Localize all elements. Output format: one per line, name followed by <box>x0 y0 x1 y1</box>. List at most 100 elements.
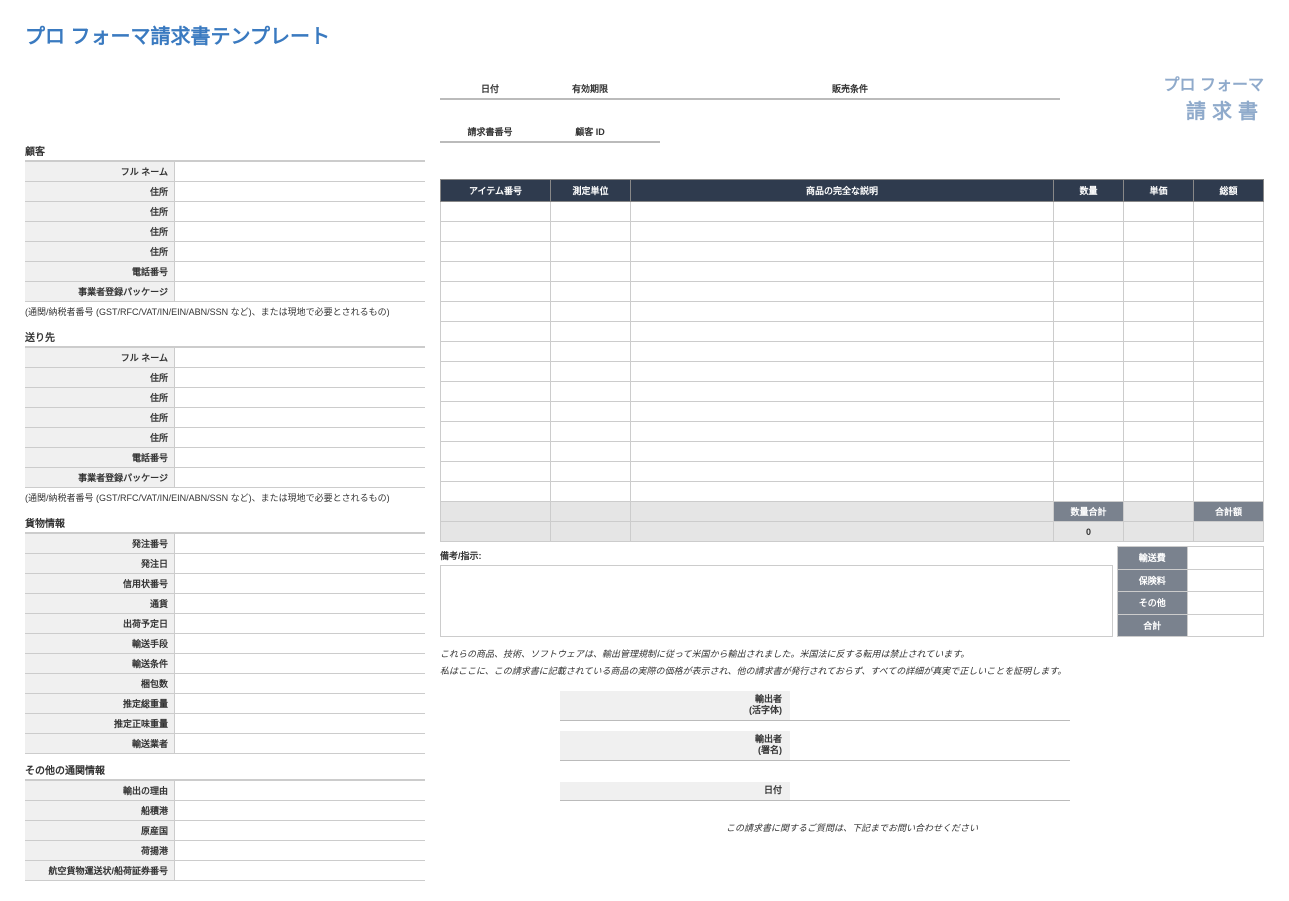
item-cell[interactable] <box>1124 402 1194 422</box>
item-cell[interactable] <box>1124 482 1194 502</box>
item-cell[interactable] <box>1054 462 1124 482</box>
value-freight-carrier[interactable] <box>175 734 425 753</box>
charge-shipping-value[interactable] <box>1187 547 1263 570</box>
meta-invoice-no-value[interactable] <box>440 147 540 161</box>
item-cell[interactable] <box>1124 322 1194 342</box>
item-cell[interactable] <box>631 402 1054 422</box>
item-cell[interactable] <box>1194 422 1264 442</box>
sig-exporter-sign-line[interactable] <box>790 731 1070 761</box>
value-customer-reg[interactable] <box>175 282 425 301</box>
value-customer-addr3[interactable] <box>175 222 425 241</box>
item-cell[interactable] <box>1124 302 1194 322</box>
item-cell[interactable] <box>441 462 551 482</box>
item-cell[interactable] <box>551 362 631 382</box>
item-cell[interactable] <box>441 262 551 282</box>
value-customs-origin[interactable] <box>175 821 425 840</box>
item-cell[interactable] <box>1124 422 1194 442</box>
item-cell[interactable] <box>1054 482 1124 502</box>
item-cell[interactable] <box>441 282 551 302</box>
item-cell[interactable] <box>1194 342 1264 362</box>
item-cell[interactable] <box>631 382 1054 402</box>
item-cell[interactable] <box>1124 222 1194 242</box>
item-cell[interactable] <box>631 422 1054 442</box>
item-cell[interactable] <box>1054 262 1124 282</box>
item-cell[interactable] <box>1194 282 1264 302</box>
item-cell[interactable] <box>441 422 551 442</box>
item-cell[interactable] <box>441 342 551 362</box>
item-cell[interactable] <box>1194 462 1264 482</box>
value-customer-phone[interactable] <box>175 262 425 281</box>
value-shipto-addr1[interactable] <box>175 368 425 387</box>
item-cell[interactable] <box>441 382 551 402</box>
item-cell[interactable] <box>551 482 631 502</box>
item-cell[interactable] <box>631 242 1054 262</box>
value-freight-gross[interactable] <box>175 694 425 713</box>
value-freight-shipdate[interactable] <box>175 614 425 633</box>
item-cell[interactable] <box>1194 382 1264 402</box>
item-cell[interactable] <box>1054 342 1124 362</box>
value-customer-fullname[interactable] <box>175 162 425 181</box>
item-cell[interactable] <box>441 242 551 262</box>
item-cell[interactable] <box>551 202 631 222</box>
item-cell[interactable] <box>1194 482 1264 502</box>
item-cell[interactable] <box>441 202 551 222</box>
item-cell[interactable] <box>1054 382 1124 402</box>
value-freight-po[interactable] <box>175 534 425 553</box>
item-cell[interactable] <box>631 362 1054 382</box>
item-cell[interactable] <box>1194 202 1264 222</box>
value-customs-reason[interactable] <box>175 781 425 800</box>
item-cell[interactable] <box>551 402 631 422</box>
item-cell[interactable] <box>1124 342 1194 362</box>
item-cell[interactable] <box>631 282 1054 302</box>
item-cell[interactable] <box>1054 242 1124 262</box>
item-cell[interactable] <box>1054 222 1124 242</box>
item-cell[interactable] <box>551 282 631 302</box>
value-shipto-reg[interactable] <box>175 468 425 487</box>
value-freight-currency[interactable] <box>175 594 425 613</box>
item-cell[interactable] <box>551 302 631 322</box>
item-cell[interactable] <box>441 322 551 342</box>
sig-exporter-print-line[interactable] <box>790 691 1070 721</box>
meta-date-value[interactable] <box>440 104 540 118</box>
item-cell[interactable] <box>631 262 1054 282</box>
item-cell[interactable] <box>631 342 1054 362</box>
item-cell[interactable] <box>631 442 1054 462</box>
meta-terms-value[interactable] <box>640 104 1060 118</box>
value-customs-loadport[interactable] <box>175 801 425 820</box>
item-cell[interactable] <box>551 322 631 342</box>
item-cell[interactable] <box>1124 262 1194 282</box>
value-shipto-fullname[interactable] <box>175 348 425 367</box>
item-cell[interactable] <box>551 262 631 282</box>
charge-other-value[interactable] <box>1187 592 1263 615</box>
value-customs-discharge[interactable] <box>175 841 425 860</box>
item-cell[interactable] <box>551 462 631 482</box>
item-cell[interactable] <box>631 462 1054 482</box>
item-cell[interactable] <box>1194 242 1264 262</box>
item-cell[interactable] <box>1194 442 1264 462</box>
charge-insurance-value[interactable] <box>1187 569 1263 592</box>
value-shipto-phone[interactable] <box>175 448 425 467</box>
item-cell[interactable] <box>631 302 1054 322</box>
item-cell[interactable] <box>1194 362 1264 382</box>
item-cell[interactable] <box>1124 462 1194 482</box>
value-freight-podate[interactable] <box>175 554 425 573</box>
item-cell[interactable] <box>1054 202 1124 222</box>
value-shipto-addr3[interactable] <box>175 408 425 427</box>
item-cell[interactable] <box>631 202 1054 222</box>
item-cell[interactable] <box>441 402 551 422</box>
item-cell[interactable] <box>631 482 1054 502</box>
item-cell[interactable] <box>1124 442 1194 462</box>
item-cell[interactable] <box>1194 262 1264 282</box>
meta-expiry-value[interactable] <box>540 104 640 118</box>
item-cell[interactable] <box>441 362 551 382</box>
item-cell[interactable] <box>1054 302 1124 322</box>
value-customer-addr1[interactable] <box>175 182 425 201</box>
item-cell[interactable] <box>441 222 551 242</box>
value-freight-terms[interactable] <box>175 654 425 673</box>
item-cell[interactable] <box>441 442 551 462</box>
value-shipto-addr2[interactable] <box>175 388 425 407</box>
item-cell[interactable] <box>1054 322 1124 342</box>
item-cell[interactable] <box>1124 382 1194 402</box>
item-cell[interactable] <box>551 222 631 242</box>
value-freight-mode[interactable] <box>175 634 425 653</box>
